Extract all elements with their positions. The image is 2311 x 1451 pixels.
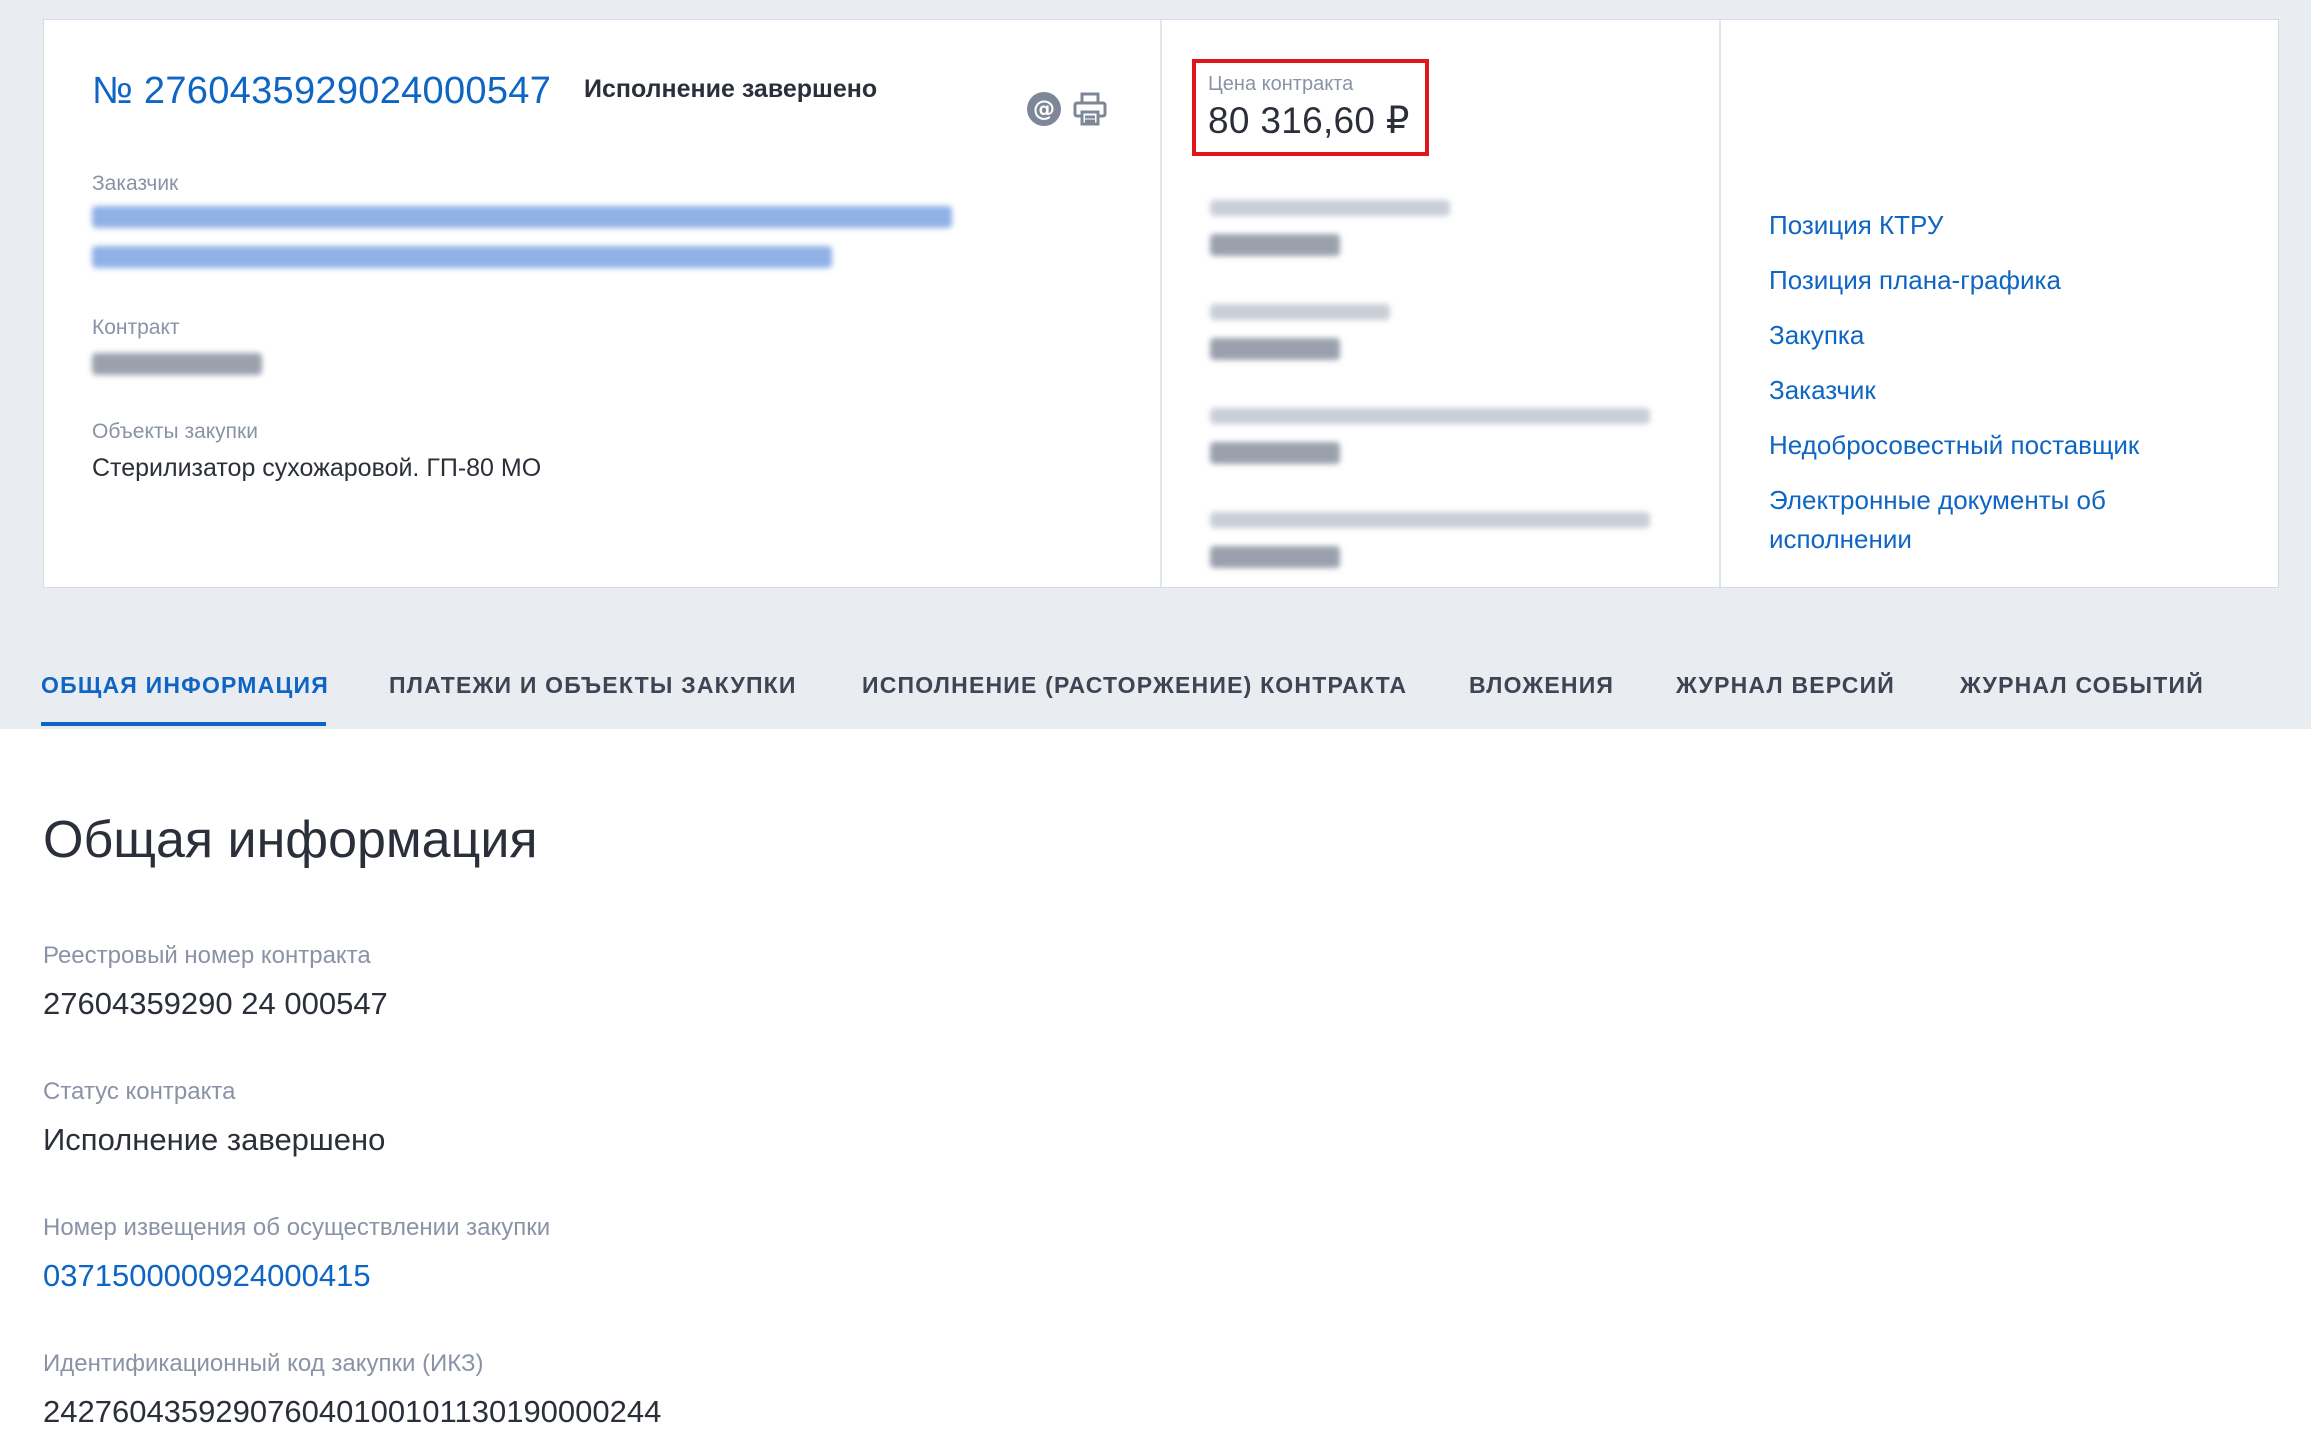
printer-icon[interactable] (1071, 90, 1109, 128)
redacted-value (1210, 546, 1340, 568)
link-purchase[interactable]: Закупка (1769, 316, 1864, 355)
tab-event-log[interactable]: ЖУРНАЛ СОБЫТИЙ (1960, 672, 2204, 699)
registry-number-value: 27604359290 24 000547 (43, 986, 388, 1021)
tab-general-info[interactable]: ОБЩАЯ ИНФОРМАЦИЯ (41, 672, 329, 699)
redacted-label (1210, 200, 1450, 216)
contract-summary-card: № 2760435929024000547 Исполнение заверше… (43, 19, 2279, 588)
at-sign-icon[interactable]: @ (1025, 90, 1063, 128)
tab-bar: ОБЩАЯ ИНФОРМАЦИЯ ПЛАТЕЖИ И ОБЪЕКТЫ ЗАКУП… (0, 660, 2311, 729)
contract-label: Контракт (92, 316, 180, 339)
tab-attachments[interactable]: ВЛОЖЕНИЯ (1469, 672, 1614, 699)
link-customer[interactable]: Заказчик (1769, 371, 1876, 410)
customer-name-redacted-line2[interactable] (92, 246, 832, 268)
active-tab-indicator (41, 722, 326, 726)
svg-text:@: @ (1033, 97, 1055, 122)
redacted-label (1210, 512, 1650, 528)
related-links-column: Позиция КТРУ Позиция плана-графика Закуп… (1721, 20, 2278, 587)
registry-number-label: Реестровый номер контракта (43, 942, 371, 969)
purchase-objects-label: Объекты закупки (92, 420, 258, 443)
contract-price-highlight: Цена контракта 80 316,60 ₽ (1192, 59, 1429, 156)
tab-version-log[interactable]: ЖУРНАЛ ВЕРСИЙ (1676, 672, 1895, 699)
ikz-value: 242760435929076040100101130190000244 (43, 1394, 662, 1429)
redacted-value (1210, 442, 1340, 464)
tab-execution-termination[interactable]: ИСПОЛНЕНИЕ (РАСТОРЖЕНИЕ) КОНТРАКТА (862, 672, 1407, 699)
link-plan-schedule-position[interactable]: Позиция плана-графика (1769, 261, 2061, 300)
ikz-label: Идентификационный код закупки (ИКЗ) (43, 1350, 484, 1377)
contract-status-inline: Исполнение завершено (584, 75, 878, 103)
redacted-value (1210, 338, 1340, 360)
link-electronic-docs-line2[interactable]: исполнении (1769, 520, 1912, 559)
redacted-label (1210, 408, 1650, 424)
link-ktru-position[interactable]: Позиция КТРУ (1769, 206, 1943, 245)
section-title: Общая информация (43, 811, 538, 869)
contract-number-link[interactable]: № 2760435929024000547 (92, 70, 551, 113)
contract-price-label: Цена контракта (1208, 73, 1354, 95)
contract-status-value: Исполнение завершено (43, 1122, 386, 1157)
contract-price-value: 80 316,60 ₽ (1208, 100, 1410, 141)
redacted-value (1210, 234, 1340, 256)
tab-payments-objects[interactable]: ПЛАТЕЖИ И ОБЪЕКТЫ ЗАКУПКИ (389, 672, 797, 699)
notice-number-link[interactable]: 0371500000924000415 (43, 1258, 371, 1294)
contract-price-column: Цена контракта 80 316,60 ₽ (1162, 20, 1721, 587)
purchase-objects-value: Стерилизатор сухожаровой. ГП-80 МО (92, 454, 542, 482)
contract-status-label: Статус контракта (43, 1078, 236, 1105)
customer-label: Заказчик (92, 172, 179, 195)
contract-value-redacted (92, 353, 262, 375)
link-electronic-docs-line1[interactable]: Электронные документы об (1769, 481, 2106, 520)
notice-number-label: Номер извещения об осуществлении закупки (43, 1214, 551, 1241)
link-unscrupulous-supplier[interactable]: Недобросовестный поставщик (1769, 426, 2139, 465)
redacted-label (1210, 304, 1390, 320)
customer-name-redacted[interactable] (92, 206, 952, 228)
contract-main-info: № 2760435929024000547 Исполнение заверше… (44, 20, 1162, 587)
